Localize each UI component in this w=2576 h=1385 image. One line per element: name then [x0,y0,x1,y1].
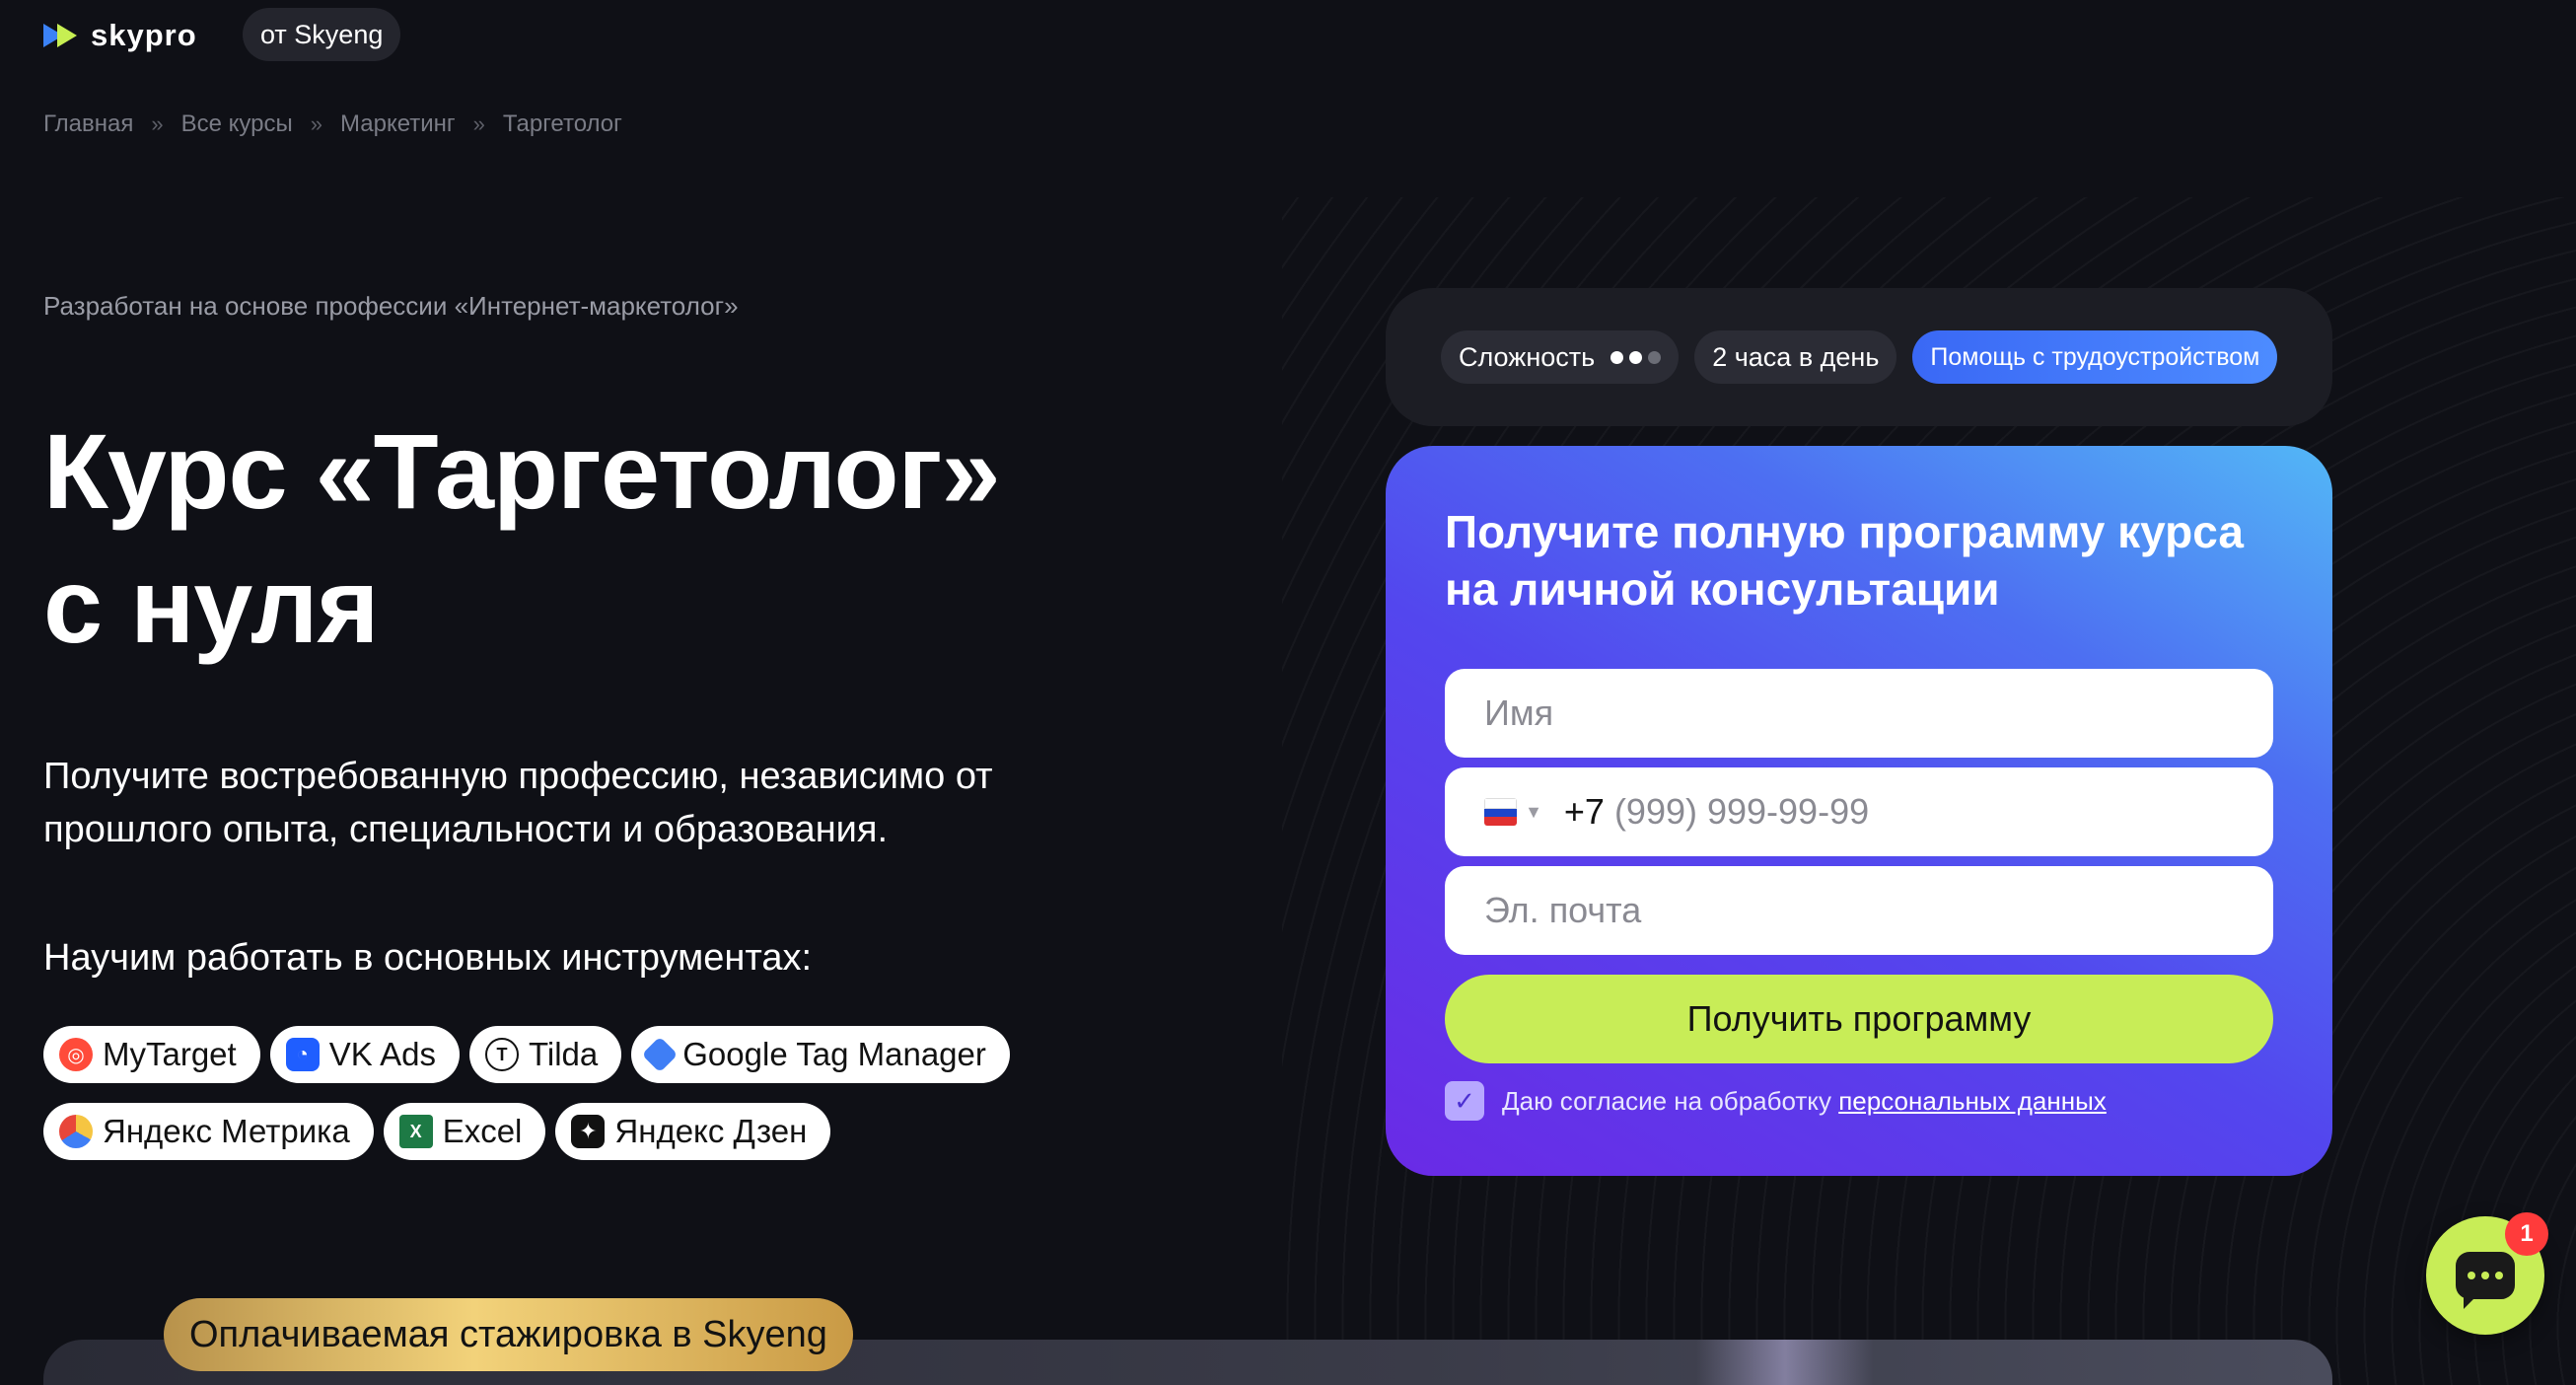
email-input[interactable] [1484,890,2234,931]
yandex-metrika-icon [59,1115,93,1148]
breadcrumb-item-marketing[interactable]: Маркетинг [340,110,456,138]
hero-subtitle: Разработан на основе профессии «Интернет… [43,291,739,321]
tool-label: MyTarget [103,1036,237,1072]
breadcrumb: Главная » Все курсы » Маркетинг » Таргет… [43,110,622,138]
tool-chip-google-tag-manager: Google Tag Manager [631,1026,1010,1083]
google-tag-manager-icon [641,1036,679,1073]
tools-list: ◎ MyTarget ◔ VK Ads T Tilda Google Tag M… [43,1026,1030,1160]
job-help-badge: Помощь с трудоустройством [1912,330,2278,384]
breadcrumb-item-current[interactable]: Таргетолог [503,110,622,138]
chat-button[interactable]: 1 [2426,1212,2548,1335]
chat-icon [2456,1252,2515,1309]
russia-flag-icon[interactable] [1484,798,1518,826]
chat-unread-badge: 1 [2505,1212,2548,1256]
country-dropdown-chevron-icon[interactable]: ▼ [1525,802,1542,823]
phone-prefix: +7 [1563,791,1605,832]
checkmark-icon: ✓ [1454,1085,1475,1116]
tool-label: Google Tag Manager [682,1036,986,1072]
get-program-button[interactable]: Получить программу [1445,975,2273,1063]
logo-text: skypro [91,18,197,52]
tool-label: Tilda [528,1036,599,1072]
breadcrumb-separator: » [310,111,322,136]
difficulty-label: Сложность [1459,341,1596,372]
consent-text: Даю согласие на обработку [1502,1085,1831,1116]
tools-heading: Научим работать в основных инструментах: [43,937,813,979]
tool-chip-vk-ads: ◔ VK Ads [269,1026,460,1083]
banner-decoration [1696,1340,1874,1385]
consent-row: ✓ Даю согласие на обработку персональных… [1445,1081,2273,1121]
tilda-icon: T [484,1038,519,1071]
consent-checkbox[interactable]: ✓ [1445,1081,1484,1121]
excel-icon: X [398,1115,433,1148]
tool-chip-yandex-metrika: Яндекс Метрика [43,1103,374,1160]
tool-label: Яндекс Метрика [103,1113,350,1149]
form-title: Получите полную программу курса на лично… [1445,506,2244,615]
personal-data-link[interactable]: персональных данных [1838,1086,2107,1116]
consent-text-wrapper: Даю согласие на обработку персональных д… [1502,1086,2107,1117]
tool-label: Excel [442,1113,523,1149]
name-input[interactable] [1484,692,2234,734]
hero-description: Получите востребованную профессию, незав… [43,756,993,850]
difficulty-badge: Сложность [1441,330,1680,384]
form-fields: ▼ +7 Получить программу [1445,669,2273,1063]
breadcrumb-separator: » [151,111,164,136]
phone-field-wrapper: ▼ +7 [1445,767,2273,856]
page-title: Курс «Таргетолог» с нуля [43,404,1001,673]
consultation-form: Получите полную программу курса на лично… [1386,446,2332,1176]
breadcrumb-item-all-courses[interactable]: Все курсы [181,110,293,138]
tool-label: Яндекс Дзен [614,1113,808,1149]
page-title-line-2: с нуля [43,546,380,665]
internship-pill: Оплачиваемая стажировка в Skyeng [164,1298,853,1371]
tool-chip-tilda: T Tilda [468,1026,622,1083]
yandex-zen-icon: ✦ [571,1115,606,1148]
skypro-logo[interactable]: skypro [43,18,197,53]
phone-input[interactable] [1613,791,2234,833]
logo-mark-icon [43,21,81,50]
email-field-wrapper [1445,866,2273,955]
hours-badge: 2 часа в день [1694,330,1897,384]
mytarget-icon: ◎ [59,1038,93,1071]
difficulty-dots-icon [1610,350,1662,364]
breadcrumb-separator: » [472,111,485,136]
breadcrumb-item-home[interactable]: Главная [43,110,133,138]
tool-chip-excel: X Excel [383,1103,546,1160]
tool-chip-yandex-zen: ✦ Яндекс Дзен [555,1103,831,1160]
tool-label: VK Ads [328,1036,436,1072]
page-title-line-1: Курс «Таргетолог» [43,411,1001,531]
from-skyeng-pill[interactable]: от Skyeng [243,8,401,61]
vk-ads-icon: ◔ [285,1038,320,1071]
name-field-wrapper [1445,669,2273,758]
tool-chip-mytarget: ◎ MyTarget [43,1026,260,1083]
course-badges: Сложность 2 часа в день Помощь с трудоус… [1386,288,2332,426]
